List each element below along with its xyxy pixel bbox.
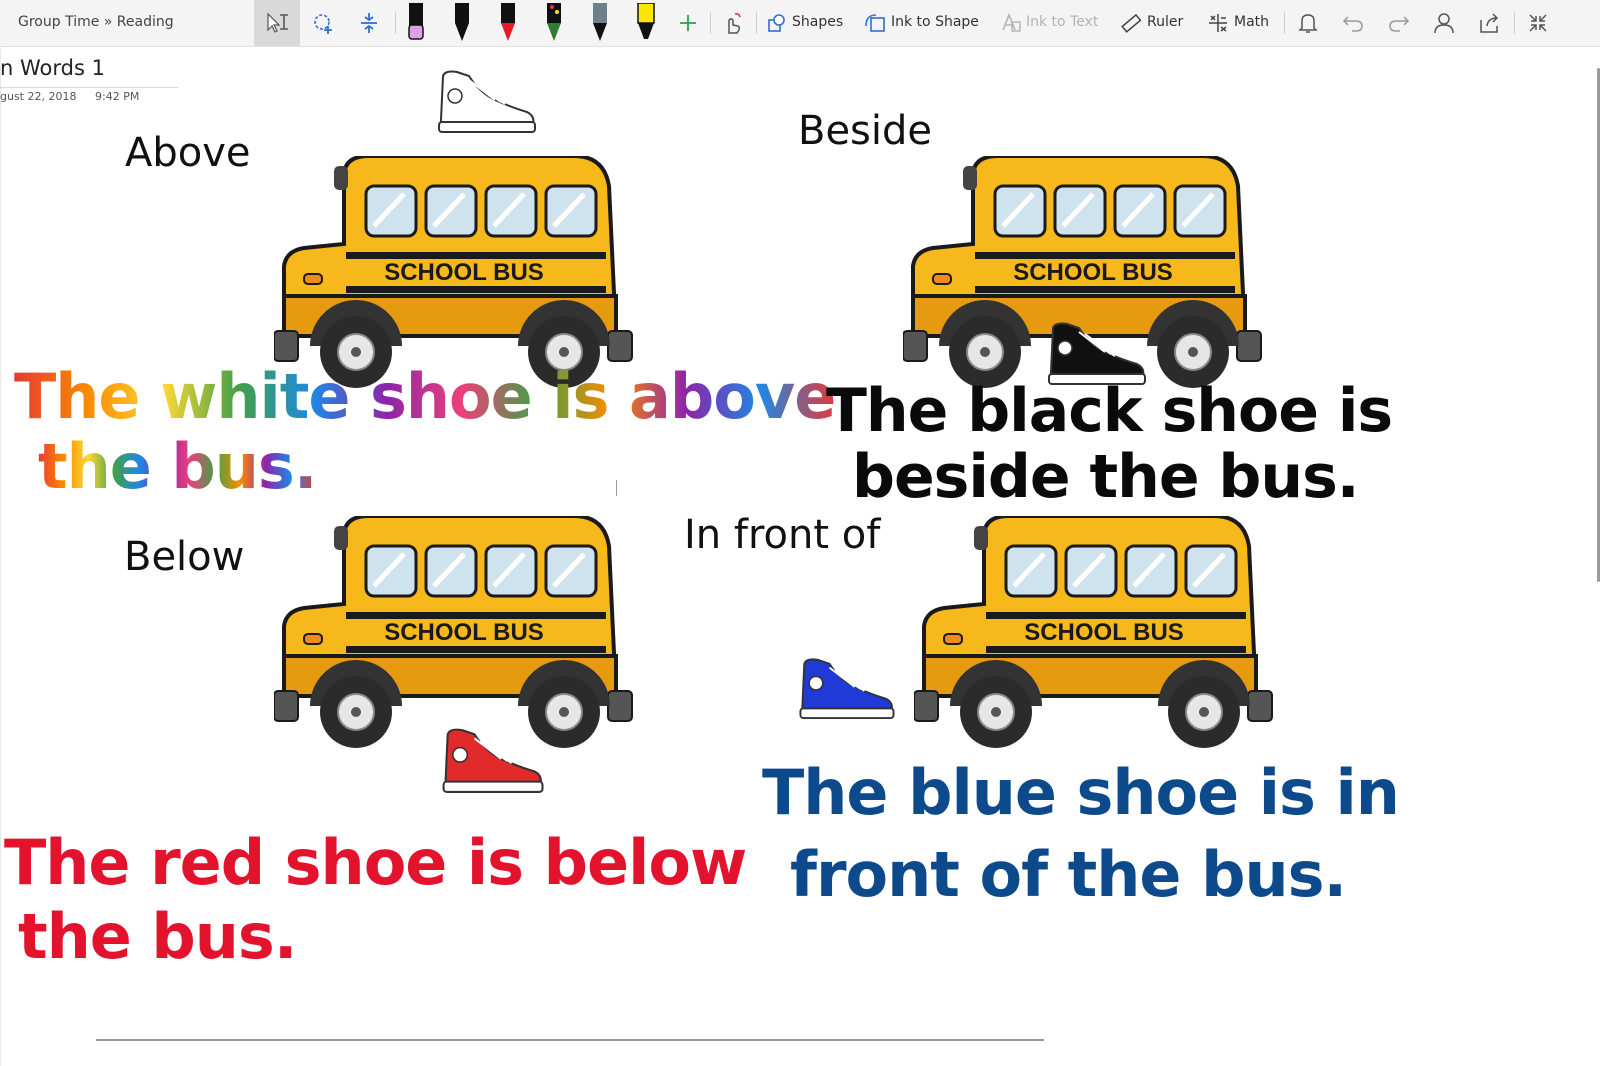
sentence-below-line2: the bus. <box>18 900 297 973</box>
blue-shoe <box>799 658 895 720</box>
ink-to-shape-button[interactable]: Ink to Shape <box>891 14 979 30</box>
shapes-button[interactable]: Shapes <box>792 14 843 30</box>
bell-icon[interactable] <box>1295 0 1321 46</box>
shapes-icon[interactable] <box>766 0 788 46</box>
horizontal-scrollbar[interactable] <box>96 1039 1044 1041</box>
sentence-above-line1: The white shoe is above <box>14 360 836 433</box>
add-pen-icon[interactable] <box>676 0 700 46</box>
highlighter-icon[interactable] <box>632 0 660 46</box>
galaxy-pen-icon[interactable] <box>540 0 568 46</box>
page-title[interactable]: n Words 1 <box>0 56 105 80</box>
math-icon[interactable] <box>1206 0 1230 46</box>
math-button[interactable]: Math <box>1234 14 1269 30</box>
school-bus-above: SCHOOL BUS <box>274 156 634 392</box>
ink-to-text-icon <box>999 0 1023 46</box>
text-select-icon[interactable] <box>254 0 300 46</box>
redo-icon[interactable] <box>1386 0 1412 46</box>
bus-label: SCHOOL BUS <box>1013 259 1173 286</box>
breadcrumb[interactable]: Group Time » Reading <box>18 14 174 30</box>
ruler-icon[interactable] <box>1119 0 1143 46</box>
bus-label: SCHOOL BUS <box>384 619 544 646</box>
school-bus-in-front: SCHOOL BUS <box>914 516 1274 752</box>
add-space-icon[interactable] <box>356 0 382 46</box>
ink-to-shape-icon[interactable] <box>863 0 887 46</box>
heading-below: Below <box>124 534 245 580</box>
white-shoe <box>438 70 536 133</box>
sentence-beside-line2: beside the bus. <box>852 442 1360 512</box>
title-divider <box>0 87 178 88</box>
page-left-edge <box>0 46 1 1066</box>
black-pen-icon[interactable] <box>448 0 476 46</box>
text-cursor <box>616 480 617 496</box>
page-time: 9:42 PM <box>95 90 140 103</box>
share-people-icon[interactable] <box>1432 0 1458 46</box>
ruler-button[interactable]: Ruler <box>1147 14 1183 30</box>
sentence-beside-line1: The black shoe is <box>826 376 1393 446</box>
share-icon[interactable] <box>1477 0 1503 46</box>
lasso-icon[interactable] <box>310 0 338 46</box>
page-date: gust 22, 2018 <box>0 90 77 103</box>
heading-above: Above <box>125 130 251 176</box>
sentence-in-front-line1: The blue shoe is in <box>762 756 1400 829</box>
heading-in-front-of: In front of <box>684 512 881 558</box>
collapse-icon[interactable] <box>1525 0 1551 46</box>
ribbon-toolbar: Group Time » Reading Shapes Ink to Shape… <box>0 0 1600 47</box>
touch-draw-icon[interactable] <box>718 0 746 46</box>
red-shoe <box>442 728 544 793</box>
bus-label: SCHOOL BUS <box>1024 619 1184 646</box>
ink-to-text-button: Ink to Text <box>1026 14 1099 30</box>
red-pen-icon[interactable] <box>494 0 522 46</box>
eraser-pen-icon[interactable] <box>402 0 430 46</box>
sentence-above-line2: the bus. <box>38 430 317 503</box>
sentence-below-line1: The red shoe is below <box>4 826 747 899</box>
pencil-icon[interactable] <box>586 0 614 46</box>
sentence-in-front-line2: front of the bus. <box>790 838 1347 911</box>
bus-label: SCHOOL BUS <box>384 259 544 286</box>
undo-icon[interactable] <box>1340 0 1366 46</box>
heading-beside: Beside <box>798 108 933 154</box>
school-bus-below: SCHOOL BUS <box>274 516 634 752</box>
